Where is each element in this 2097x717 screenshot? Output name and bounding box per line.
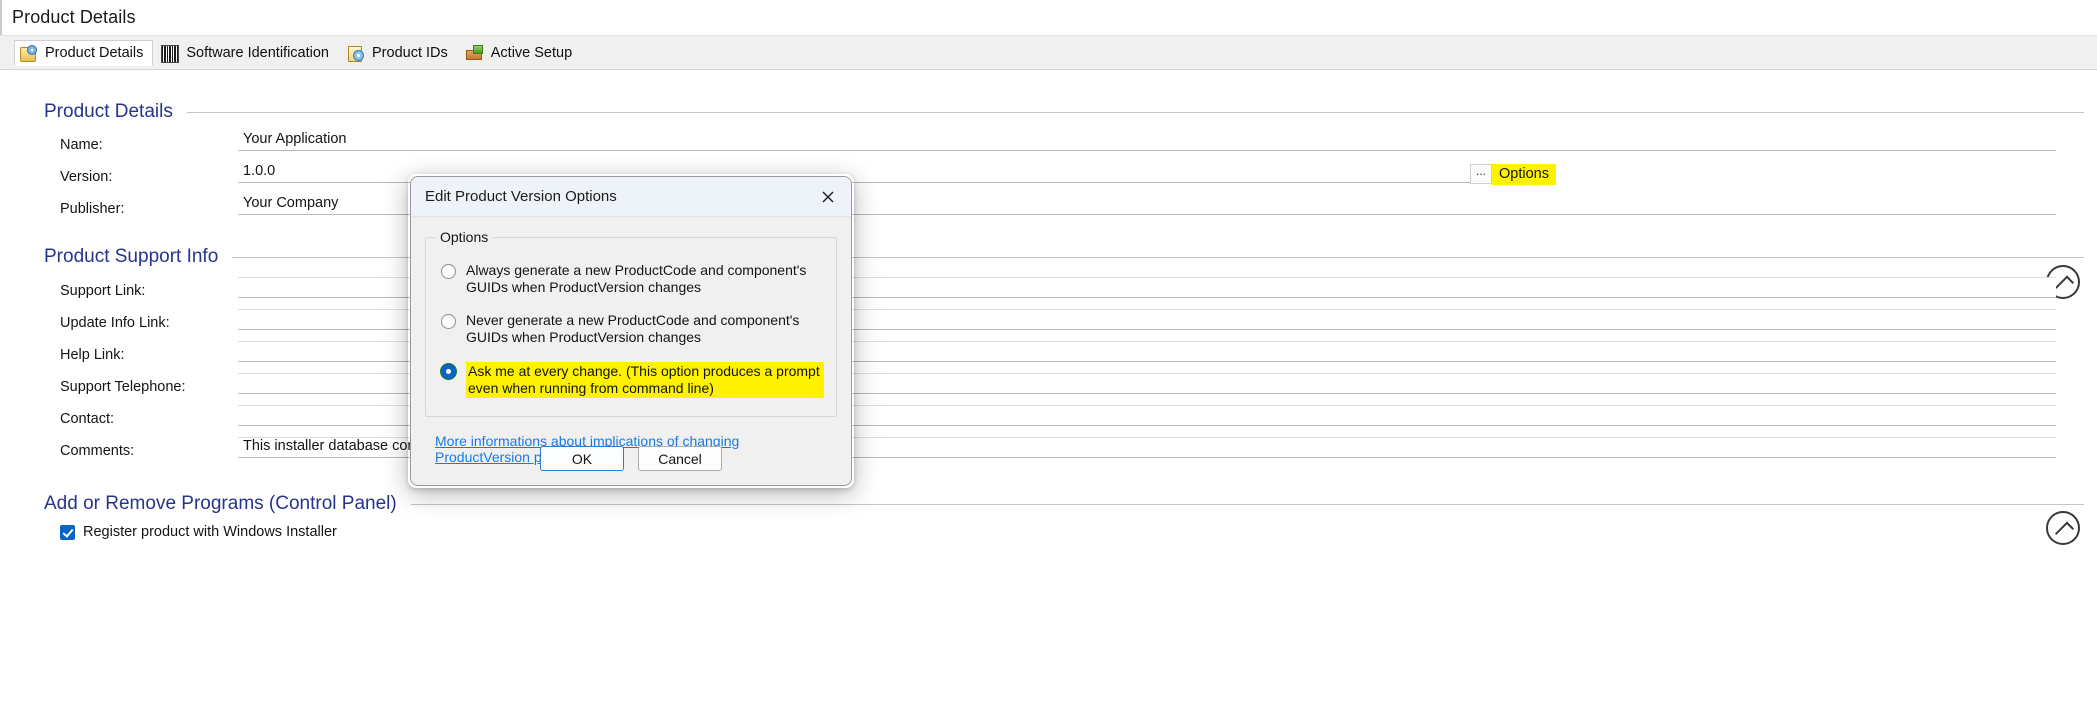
label-support-telephone: Support Telephone: xyxy=(60,379,186,395)
label-help-link: Help Link: xyxy=(60,347,125,363)
radio-label: Always generate a new ProductCode and co… xyxy=(466,262,807,295)
input-name[interactable] xyxy=(238,131,2056,151)
tab-strip: Product Details Software Identification … xyxy=(0,36,2097,70)
group-header-product-support-info: Product Support Info xyxy=(44,246,2084,268)
tab-active-setup[interactable]: Active Setup xyxy=(460,40,582,66)
edit-product-version-options-dialog: Edit Product Version Options Options Alw… xyxy=(410,176,852,486)
checkbox-label: Register product with Windows Installer xyxy=(83,524,337,540)
tab-software-identification[interactable]: Software Identification xyxy=(155,40,339,66)
radio-ask-every-change[interactable]: Ask me at every change. (This option pro… xyxy=(438,362,824,398)
titlebar-left-edge xyxy=(0,0,2,35)
options-group: Options Always generate a new ProductCod… xyxy=(425,229,837,417)
close-icon[interactable] xyxy=(811,182,845,212)
tab-label: Product Details xyxy=(45,44,144,61)
version-browse-button[interactable]: ... xyxy=(1470,164,1492,184)
label-comments: Comments: xyxy=(60,443,135,459)
page-content: Product Details Name: Version: ... Optio… xyxy=(0,71,2097,717)
group-title: Add or Remove Programs (Control Panel) xyxy=(44,493,397,514)
radio-icon xyxy=(441,314,456,329)
tab-label: Product IDs xyxy=(372,44,448,61)
expand-add-remove-programs-icon[interactable] xyxy=(2046,511,2080,545)
group-title: Product Details xyxy=(44,101,173,122)
ok-button[interactable]: OK xyxy=(540,446,624,471)
cancel-button[interactable]: Cancel xyxy=(638,446,722,471)
dialog-title: Edit Product Version Options xyxy=(425,188,617,205)
tab-label: Software Identification xyxy=(186,44,329,61)
radio-icon-selected xyxy=(441,364,456,379)
label-update-info-link: Update Info Link: xyxy=(60,315,170,331)
active-setup-icon xyxy=(465,44,484,62)
group-header-product-details: Product Details xyxy=(44,101,2084,123)
radio-label: Never generate a new ProductCode and com… xyxy=(466,312,800,345)
application-window: Product Details Product Details Software… xyxy=(0,0,2097,717)
label-version: Version: xyxy=(60,169,113,185)
product-ids-icon xyxy=(347,44,365,62)
checkbox-icon xyxy=(60,524,75,540)
group-header-add-remove-programs: Add or Remove Programs (Control Panel) xyxy=(44,493,2084,515)
tab-product-details[interactable]: Product Details xyxy=(14,39,154,66)
dialog-button-row: OK Cancel xyxy=(411,446,851,471)
barcode-icon xyxy=(161,44,180,63)
radio-always-generate[interactable]: Always generate a new ProductCode and co… xyxy=(438,262,824,296)
group-rule xyxy=(186,111,2084,113)
options-group-legend: Options xyxy=(435,229,494,245)
dialog-titlebar: Edit Product Version Options xyxy=(411,177,851,217)
radio-label: Ask me at every change. (This option pro… xyxy=(466,362,824,398)
tab-label: Active Setup xyxy=(490,44,573,61)
window-titlebar: Product Details xyxy=(0,0,2097,36)
label-name: Name: xyxy=(60,137,103,153)
radio-never-generate[interactable]: Never generate a new ProductCode and com… xyxy=(438,312,824,346)
radio-icon xyxy=(441,264,456,279)
label-support-link: Support Link: xyxy=(60,283,146,299)
label-publisher: Publisher: xyxy=(60,201,125,217)
group-title: Product Support Info xyxy=(44,246,219,267)
label-contact: Contact: xyxy=(60,411,114,427)
checkbox-register-product[interactable]: Register product with Windows Installer xyxy=(60,524,337,540)
product-details-icon xyxy=(20,44,38,62)
dialog-body: Options Always generate a new ProductCod… xyxy=(411,217,851,465)
version-options-button[interactable]: Options xyxy=(1492,164,1556,185)
tab-product-ids[interactable]: Product IDs xyxy=(341,40,458,66)
page-title: Product Details xyxy=(12,7,136,27)
group-rule xyxy=(410,503,2084,505)
